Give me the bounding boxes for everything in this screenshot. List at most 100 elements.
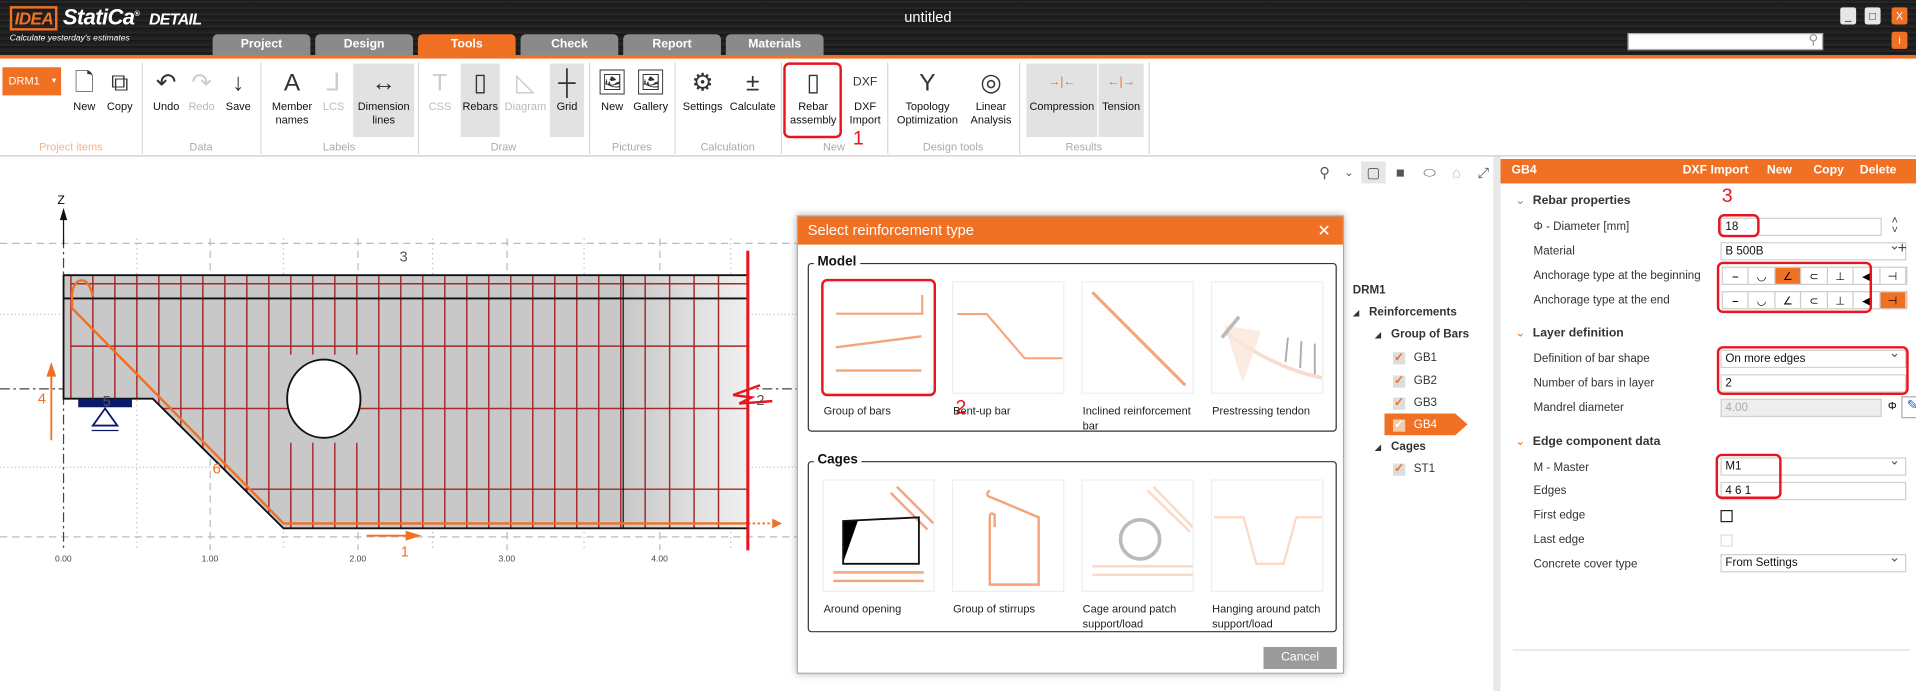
dimension-lines-button[interactable]: ↔ Dimension lines	[353, 63, 415, 137]
checkbox-checked-icon[interactable]: ✓	[1393, 352, 1406, 365]
tab-materials[interactable]: Materials	[725, 34, 824, 57]
button-label: Calculate	[729, 100, 776, 113]
gallery-button[interactable]: 🖼 Gallery	[631, 64, 671, 137]
edit-pencil-icon[interactable]: ✎	[1901, 396, 1916, 419]
button-label: CSS	[428, 100, 452, 113]
tab-check[interactable]: Check	[520, 34, 619, 57]
anchor-coupler-icon[interactable]: ⊣	[1879, 292, 1907, 309]
copy-button[interactable]: ⧉ Copy	[103, 64, 137, 137]
spinner-icon[interactable]: ˄ ˅	[1892, 215, 1898, 236]
button-label: Rebars	[462, 100, 498, 113]
edge-label: 3	[400, 250, 408, 266]
material-select[interactable]: B 500B	[1720, 238, 1907, 261]
tile-label: Around opening	[823, 602, 902, 616]
step-number-3: 3	[1721, 185, 1733, 207]
diagram-button[interactable]: ◺ Diagram	[502, 64, 548, 137]
gallery-icon: 🖼	[635, 69, 667, 97]
last-edge-checkbox[interactable]	[1720, 534, 1733, 547]
tension-button[interactable]: ←|→ Tension	[1098, 63, 1144, 137]
css-button[interactable]: T CSS	[424, 64, 456, 137]
minimize-button[interactable]: _	[1840, 7, 1857, 25]
chevron-down-icon[interactable]: ⌄	[1515, 194, 1525, 207]
info-button[interactable]: i	[1891, 31, 1908, 49]
delete-button[interactable]: Delete	[1860, 159, 1897, 183]
expand-icon[interactable]: ◢	[1353, 309, 1360, 318]
checkbox-checked-icon[interactable]: ✓	[1393, 375, 1406, 388]
settings-button[interactable]: ⚙ Settings	[679, 64, 725, 137]
first-edge-checkbox[interactable]	[1720, 509, 1733, 523]
checkbox-checked-icon[interactable]: ✓	[1393, 397, 1406, 410]
expand-icon[interactable]: ◢	[1375, 444, 1382, 453]
compression-button[interactable]: →|← Compression	[1026, 63, 1098, 137]
lcs-button[interactable]: ⅃ LCS	[320, 64, 347, 137]
rebars-button[interactable]: ▯ Rebars	[460, 63, 500, 137]
tree-item-gb3[interactable]: ✓ GB3	[1393, 396, 1437, 410]
tile-prestressing-tendon[interactable]	[1210, 281, 1324, 394]
tree-group-of-bars[interactable]: ◢ Group of Bars	[1375, 328, 1469, 341]
tree-item-gb1[interactable]: ✓ GB1	[1393, 351, 1437, 365]
save-button[interactable]: ↓ Save	[221, 64, 255, 137]
close-button[interactable]: X	[1891, 7, 1908, 25]
tab-design[interactable]: Design	[315, 34, 414, 57]
tile-around-opening[interactable]	[822, 479, 935, 592]
pic-new-button[interactable]: 🖼 New	[595, 64, 629, 137]
x-tick-label: 0.00	[55, 553, 72, 563]
opening[interactable]	[286, 358, 362, 439]
cover-type-select[interactable]: From Settings	[1720, 550, 1907, 573]
undo-button[interactable]: ↶ Undo	[149, 64, 183, 137]
scrollbar[interactable]	[1493, 156, 1501, 691]
add-material-icon[interactable]: +	[1898, 238, 1907, 256]
new-button[interactable]: 🗋 New	[68, 64, 100, 137]
member-names-button[interactable]: A Member names	[265, 64, 319, 137]
tree-item-gb4-selected[interactable]: ✓ GB4	[1384, 413, 1468, 436]
button-label: Undo	[153, 100, 180, 113]
button-label: Member names	[271, 100, 313, 126]
calculate-button[interactable]: ± Calculate	[727, 64, 778, 137]
mandrel-input[interactable]: 4.00	[1720, 398, 1882, 418]
tree-cages[interactable]: ◢ Cages	[1375, 440, 1426, 453]
tree-root[interactable]: DRM1	[1353, 284, 1386, 297]
cancel-button[interactable]: Cancel	[1263, 646, 1337, 669]
search-input[interactable]: ⚲	[1627, 33, 1824, 51]
close-icon[interactable]: ✕	[1317, 216, 1330, 244]
tree-item-st1[interactable]: ✓ ST1	[1393, 462, 1435, 476]
section-edge-component[interactable]: ⌄ Edge component data	[1515, 435, 1660, 448]
tab-report[interactable]: Report	[623, 34, 721, 57]
ribbon-group-new: New	[822, 140, 845, 153]
tree-reinforcements[interactable]: ◢ Reinforcements	[1353, 306, 1457, 319]
member-names-icon: A	[283, 69, 301, 97]
checkbox-checked-icon[interactable]: ✓	[1393, 463, 1406, 476]
section-layer-definition[interactable]: ⌄ Layer definition	[1515, 327, 1624, 340]
anchor-coupler-icon[interactable]: ⊣	[1880, 267, 1907, 284]
maximize-button[interactable]: □	[1864, 7, 1881, 25]
copy-button[interactable]: Copy	[1813, 159, 1844, 183]
dxf-import-icon: DXF	[852, 75, 878, 90]
tile-hanging-around-patch[interactable]	[1210, 479, 1324, 592]
chevron-down-icon[interactable]: ⌄	[1515, 327, 1525, 340]
new-button[interactable]: New	[1767, 159, 1792, 183]
dxf-import-button[interactable]: DXF DXF Import	[844, 64, 886, 137]
tile-cage-around-patch[interactable]	[1081, 479, 1194, 592]
grid-button[interactable]: ┼ Grid	[549, 63, 585, 137]
tree-item-gb2[interactable]: ✓ GB2	[1393, 374, 1437, 388]
linear-button[interactable]: ◎ Linear Analysis	[965, 64, 1016, 137]
expand-icon[interactable]: ◢	[1375, 331, 1382, 340]
new-icon: 🗋	[74, 69, 95, 97]
redo-button[interactable]: ↷ Redo	[185, 64, 219, 137]
chevron-down-icon[interactable]: ⌄	[1515, 435, 1525, 448]
bar-count-label: Number of bars in layer	[1533, 376, 1655, 391]
tab-tools[interactable]: Tools	[417, 34, 516, 57]
highlight-diameter	[1718, 214, 1760, 238]
tab-project[interactable]: Project	[212, 34, 311, 57]
tile-inclined-bar[interactable]	[1081, 281, 1194, 394]
dxf-import-button[interactable]: DXF Import	[1683, 159, 1749, 183]
tile-group-of-stirrups[interactable]	[951, 479, 1065, 592]
topology-button[interactable]: Y Topology Optimization	[891, 64, 964, 137]
section-rebar-properties[interactable]: ⌄ Rebar properties	[1515, 194, 1630, 207]
edge-label: 4	[38, 392, 46, 408]
member-select[interactable]: DRM1 ▾	[2, 67, 62, 96]
diagram-icon: ◺	[516, 69, 535, 97]
tile-bent-up-bar[interactable]	[951, 281, 1065, 394]
checkbox-checked-icon[interactable]: ✓	[1393, 419, 1406, 432]
model-group: Model Group of bars 2 Bent-up bar Inclin…	[807, 254, 1337, 432]
